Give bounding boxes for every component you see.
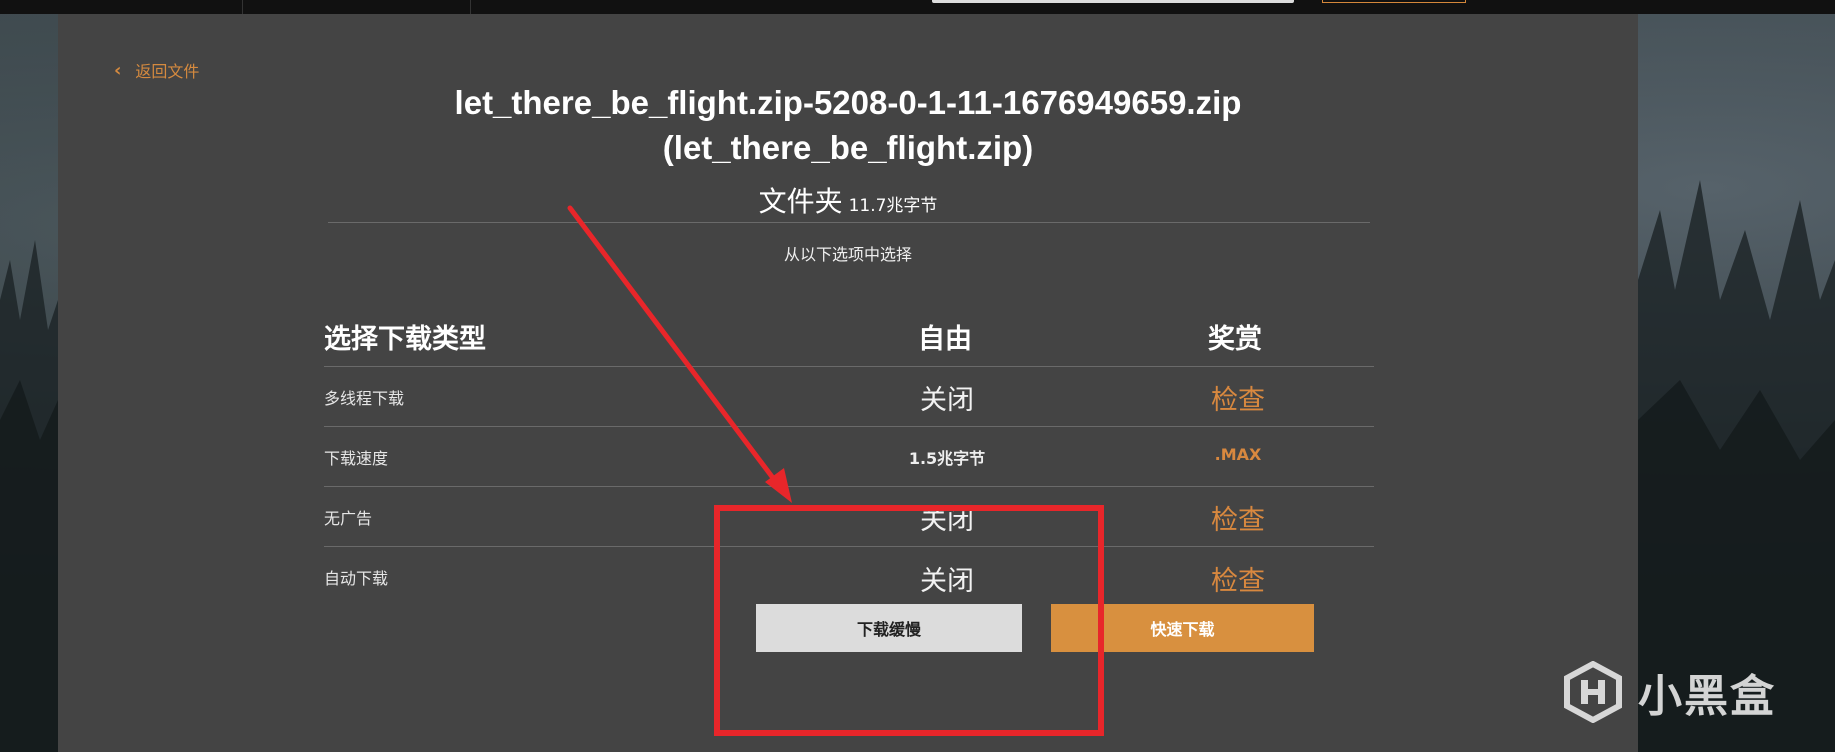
watermark: 小黑盒: [1562, 660, 1776, 724]
red-arrow-annotation: [567, 205, 792, 503]
watermark-text: 小黑盒: [1638, 671, 1776, 722]
watermark-logo-icon: [1564, 661, 1622, 723]
